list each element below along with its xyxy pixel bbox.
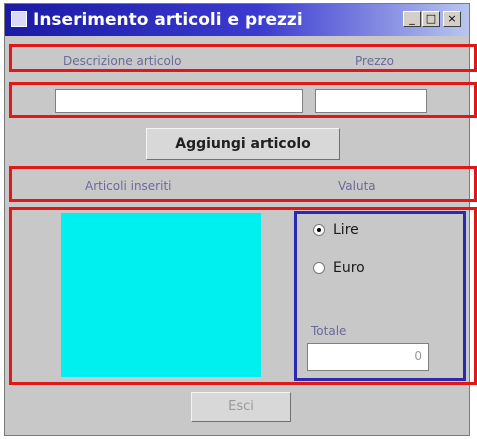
minimize-button[interactable]: _ bbox=[403, 11, 421, 27]
exit-label: Esci bbox=[228, 399, 254, 414]
minimize-icon: _ bbox=[409, 12, 415, 25]
maximize-icon: □ bbox=[425, 12, 437, 25]
exit-button[interactable]: Esci bbox=[191, 392, 291, 422]
close-button[interactable]: × bbox=[443, 11, 461, 27]
title-bar[interactable]: Inserimento articoli e prezzi _ □ × bbox=[5, 4, 469, 36]
highlight-header-row bbox=[9, 166, 477, 202]
add-article-label: Aggiungi articolo bbox=[175, 136, 311, 152]
add-article-button[interactable]: Aggiungi articolo bbox=[146, 128, 340, 160]
highlight-currency-group bbox=[294, 211, 466, 381]
highlight-inputs-row bbox=[9, 82, 477, 118]
highlight-labels-row bbox=[9, 44, 477, 72]
app-icon bbox=[11, 11, 27, 27]
maximize-button[interactable]: □ bbox=[422, 11, 440, 27]
window-title: Inserimento articoli e prezzi bbox=[33, 10, 303, 30]
close-icon: × bbox=[447, 12, 457, 25]
